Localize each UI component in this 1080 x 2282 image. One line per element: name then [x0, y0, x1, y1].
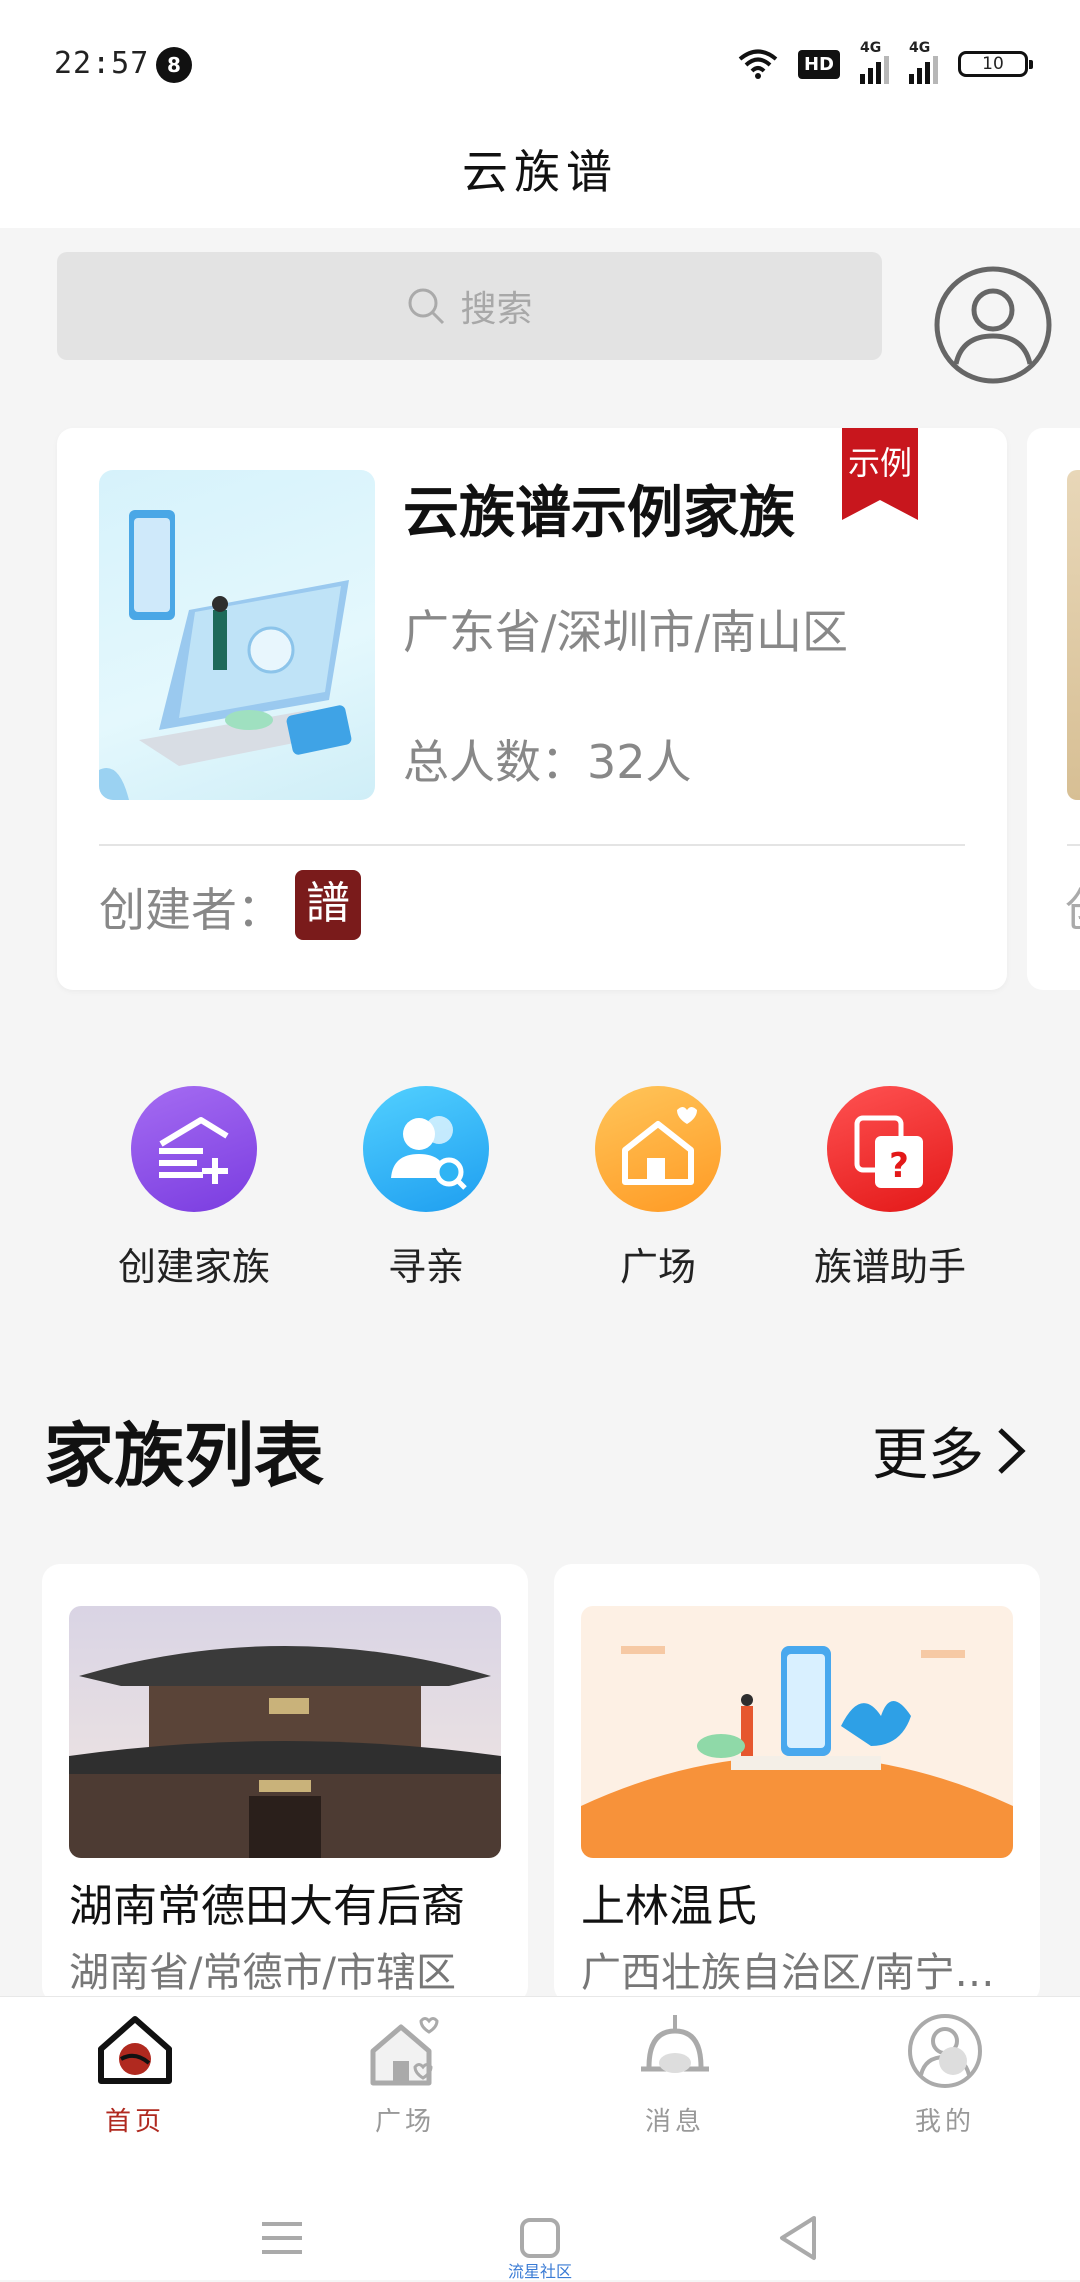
battery-icon: 10: [958, 51, 1033, 77]
create-family-icon: [131, 1086, 257, 1212]
nav-label-plaza: 广场: [374, 2107, 435, 2137]
nav-label-messages: 消息: [644, 2107, 705, 2137]
card-divider: [99, 844, 965, 846]
featured-family-illustration: [99, 470, 375, 800]
next-featured-card[interactable]: 创: [1027, 428, 1080, 990]
next-creator-label: 创: [1065, 874, 1080, 940]
creator-label: 创建者：: [99, 883, 283, 937]
featured-family-card[interactable]: 云族谱示例家族 广东省/深圳市/南山区 总人数：32人 示例 创建者： 譜: [57, 428, 1007, 990]
profile-avatar-button[interactable]: [932, 264, 1054, 386]
nav-label-mine: 我的: [914, 2107, 975, 2137]
nav-item-plaza[interactable]: 广场: [320, 2011, 490, 2138]
hd-voice-icon: HD: [797, 49, 840, 79]
more-label: 更多: [872, 1423, 984, 1488]
more-link[interactable]: 更多: [872, 1410, 1028, 1491]
signal-label: 4G: [909, 40, 931, 56]
user-icon: [908, 2014, 982, 2088]
notification-badge: 8: [156, 47, 192, 83]
quick-actions: 创建家族 寻亲 广场 ? 族谱助手: [0, 1086, 1080, 1289]
genealogy-assistant-label: 族谱助手: [813, 1245, 966, 1289]
signal-4g-icon-2: 4G: [909, 40, 938, 84]
family-name: 湖南常德田大有后裔: [69, 1881, 465, 1932]
family-location: 湖南省/常德市/市辖区: [69, 1950, 456, 1996]
create-family-label: 创建家族: [117, 1245, 270, 1289]
search-icon: [408, 288, 445, 325]
search-inner: 搜索: [406, 280, 533, 332]
featured-family-member-count: 总人数：32人: [403, 735, 692, 789]
plaza-icon: [370, 2017, 439, 2086]
family-list-title: 家族列表: [44, 1415, 324, 1497]
watermark-text: 流星社区: [507, 2262, 572, 2281]
wifi-icon: [738, 49, 778, 79]
find-relatives-button[interactable]: 寻亲: [316, 1086, 536, 1291]
status-time: 22:57: [54, 46, 150, 81]
find-relatives-icon: [363, 1086, 489, 1212]
nav-item-messages[interactable]: 消息: [590, 2011, 760, 2138]
plaza-label: 广场: [619, 1245, 696, 1289]
creator-seal-avatar: 譜: [295, 870, 361, 940]
nav-item-mine[interactable]: 我的: [860, 2011, 1030, 2138]
family-location: 广西壮族自治区/南宁…: [581, 1950, 995, 1996]
bell-icon: [641, 2015, 709, 2073]
plaza-button[interactable]: 广场: [548, 1086, 768, 1291]
example-ribbon-label: 示例: [847, 444, 912, 482]
featured-family-location: 广东省/深圳市/南山区: [403, 605, 848, 659]
card-divider: [1067, 844, 1080, 846]
family-name: 上林温氏: [581, 1881, 757, 1932]
create-family-button[interactable]: 创建家族: [84, 1086, 304, 1291]
family-illustration: [581, 1606, 1013, 1858]
plaza-icon: [595, 1086, 721, 1212]
genealogy-assistant-button[interactable]: ? 族谱助手: [780, 1086, 1000, 1291]
bottom-nav: 首页 广场 消息 我的: [0, 1996, 1080, 2145]
next-featured-image: [1067, 470, 1080, 800]
chevron-right-icon: [998, 1427, 1026, 1474]
nav-item-home[interactable]: 首页: [50, 2011, 220, 2138]
family-card[interactable]: 上林温氏 广西壮族自治区/南宁…: [554, 1564, 1040, 2004]
nav-label-home: 首页: [104, 2107, 165, 2137]
home-icon: [98, 2016, 172, 2084]
app-title: 云族谱: [462, 145, 618, 199]
genealogy-assistant-icon: ?: [827, 1086, 953, 1212]
signal-4g-icon-1: 4G: [860, 40, 889, 84]
family-card[interactable]: 湖南常德田大有后裔 湖南省/常德市/市辖区: [42, 1564, 528, 2004]
status-bar: 22:57 8 HD 4G 4G 10: [0, 0, 1080, 120]
featured-family-name: 云族谱示例家族: [403, 481, 795, 546]
search-placeholder: 搜索: [460, 289, 533, 330]
svg-text:?: ?: [889, 1146, 909, 1186]
ancestral-temple-photo: [69, 1606, 501, 1858]
status-icons: HD 4G 4G 10: [738, 40, 1033, 84]
signal-label: 4G: [860, 40, 882, 56]
find-relatives-label: 寻亲: [387, 1245, 464, 1289]
example-ribbon-badge: 示例: [842, 428, 918, 520]
search-input[interactable]: 搜索: [57, 252, 882, 360]
app-header: 云族谱: [0, 120, 1080, 228]
